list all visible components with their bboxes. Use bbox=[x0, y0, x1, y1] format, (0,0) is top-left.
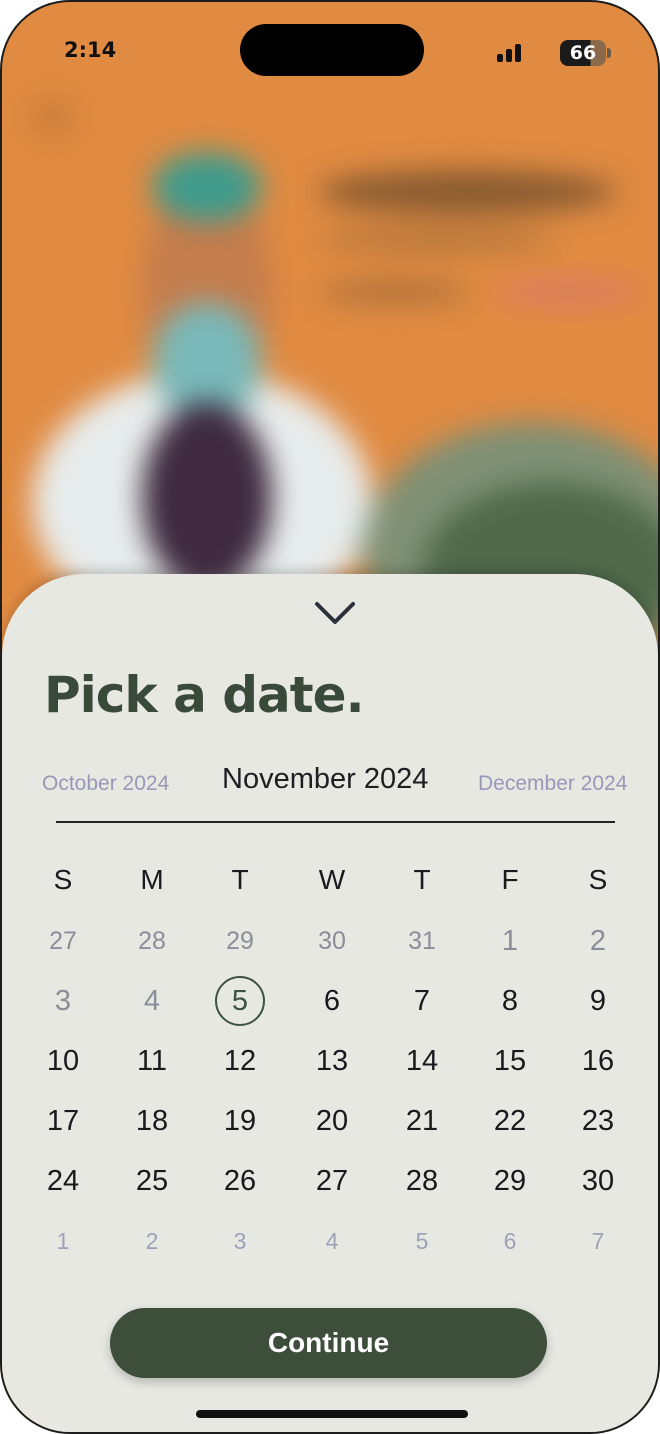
continue-button[interactable]: Continue bbox=[110, 1308, 547, 1378]
calendar-day[interactable]: 2 bbox=[122, 1214, 182, 1268]
calendar-day[interactable]: 3 bbox=[210, 1214, 270, 1268]
background-shape bbox=[317, 227, 557, 253]
background-shape bbox=[320, 280, 470, 304]
calendar-day[interactable]: 5 bbox=[392, 1214, 452, 1268]
background-shape bbox=[152, 152, 262, 222]
weekday-label: S bbox=[588, 864, 608, 895]
home-indicator[interactable] bbox=[196, 1410, 468, 1418]
calendar-day[interactable]: 15 bbox=[480, 1034, 540, 1088]
calendar-day[interactable]: 1 bbox=[480, 914, 540, 968]
date-picker-sheet: Pick a date. October 2024 November 2024 … bbox=[2, 574, 658, 1432]
background-shape bbox=[494, 280, 644, 304]
calendar-day[interactable]: 2 bbox=[568, 914, 628, 968]
calendar-day[interactable]: 29 bbox=[210, 914, 270, 968]
selected-day[interactable]: 5 bbox=[210, 974, 270, 1028]
calendar-day[interactable]: 17 bbox=[33, 1094, 93, 1148]
phone-frame: 2:14 66 Pick a date. October 2024 Novemb… bbox=[0, 0, 660, 1434]
calendar-day[interactable]: 23 bbox=[568, 1094, 628, 1148]
calendar-day[interactable]: 10 bbox=[33, 1034, 93, 1088]
weekday-label: T bbox=[413, 864, 431, 895]
calendar-day[interactable]: 8 bbox=[480, 974, 540, 1028]
calendar-day[interactable]: 13 bbox=[302, 1034, 362, 1088]
calendar-day[interactable]: 16 bbox=[568, 1034, 628, 1088]
background-shape bbox=[32, 97, 72, 137]
calendar-day[interactable]: 31 bbox=[392, 914, 452, 968]
calendar-day[interactable]: 28 bbox=[122, 914, 182, 968]
calendar-day[interactable]: 11 bbox=[122, 1034, 182, 1088]
weekday-header: S M T W T F S bbox=[18, 864, 642, 904]
calendar-day[interactable]: 19 bbox=[210, 1094, 270, 1148]
weekday-label: W bbox=[318, 864, 346, 895]
divider bbox=[56, 821, 615, 823]
background-shape bbox=[317, 170, 617, 214]
calendar-day[interactable]: 6 bbox=[480, 1214, 540, 1268]
next-month-button[interactable]: December 2024 bbox=[478, 772, 627, 796]
calendar-day[interactable]: 9 bbox=[568, 974, 628, 1028]
calendar-day[interactable]: 7 bbox=[568, 1214, 628, 1268]
weekday-label: T bbox=[231, 864, 249, 895]
calendar-day[interactable]: 30 bbox=[302, 914, 362, 968]
previous-month-button[interactable]: October 2024 bbox=[42, 772, 169, 796]
collapse-sheet-button[interactable] bbox=[310, 596, 360, 632]
calendar-day[interactable]: 4 bbox=[302, 1214, 362, 1268]
calendar-day[interactable]: 26 bbox=[210, 1154, 270, 1208]
chevron-down-icon bbox=[315, 602, 355, 624]
calendar-day[interactable]: 1 bbox=[33, 1214, 93, 1268]
calendar-day[interactable]: 29 bbox=[480, 1154, 540, 1208]
calendar-day[interactable]: 3 bbox=[33, 974, 93, 1028]
calendar-day[interactable]: 28 bbox=[392, 1154, 452, 1208]
dynamic-island bbox=[240, 24, 424, 76]
current-month-label: November 2024 bbox=[222, 763, 429, 795]
calendar-day[interactable]: 30 bbox=[568, 1154, 628, 1208]
calendar-grid: 27 28 29 30 31 1 2 3 4 5 6 7 8 9 10 11 1… bbox=[18, 914, 642, 1274]
calendar-day[interactable]: 27 bbox=[302, 1154, 362, 1208]
battery-nub bbox=[607, 48, 611, 58]
battery-level: 66 bbox=[569, 42, 597, 64]
calendar-day[interactable]: 25 bbox=[122, 1154, 182, 1208]
weekday-label: M bbox=[140, 864, 164, 895]
calendar-day[interactable]: 7 bbox=[392, 974, 452, 1028]
weekday-label: S bbox=[53, 864, 73, 895]
calendar-day[interactable]: 24 bbox=[33, 1154, 93, 1208]
calendar-day[interactable]: 6 bbox=[302, 974, 362, 1028]
status-time: 2:14 bbox=[64, 38, 117, 62]
calendar-day[interactable]: 20 bbox=[302, 1094, 362, 1148]
page-title: Pick a date. bbox=[44, 666, 365, 724]
calendar-day[interactable]: 12 bbox=[210, 1034, 270, 1088]
calendar-day[interactable]: 22 bbox=[480, 1094, 540, 1148]
calendar-day[interactable]: 27 bbox=[33, 914, 93, 968]
signal-icon bbox=[497, 42, 525, 62]
calendar-day[interactable]: 21 bbox=[392, 1094, 452, 1148]
calendar-day[interactable]: 18 bbox=[122, 1094, 182, 1148]
calendar-day[interactable]: 4 bbox=[122, 974, 182, 1028]
calendar-day[interactable]: 14 bbox=[392, 1034, 452, 1088]
weekday-label: F bbox=[501, 864, 519, 895]
background-shape bbox=[142, 402, 272, 592]
month-navigation: October 2024 November 2024 December 2024 bbox=[2, 760, 658, 820]
